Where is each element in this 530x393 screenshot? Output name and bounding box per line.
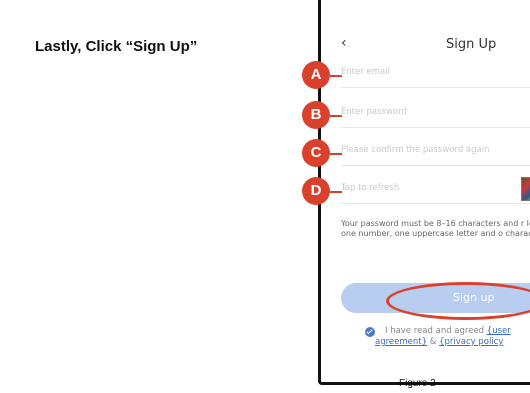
checkmark-circle-icon[interactable] bbox=[365, 327, 375, 337]
privacy-policy-link[interactable]: {privacy policy bbox=[439, 337, 503, 347]
badge-d: D bbox=[302, 177, 330, 205]
user-agreement-link-cont[interactable]: agreement} bbox=[375, 337, 427, 347]
instruction-text: Lastly, Click “Sign Up” bbox=[35, 38, 198, 55]
chevron-left-icon[interactable]: ‹ bbox=[341, 35, 347, 51]
badge-a: A bbox=[302, 61, 330, 89]
captcha-field-row bbox=[341, 173, 530, 204]
phone-frame: ‹ Sign Up Your password must be 8–16 cha… bbox=[318, 0, 530, 385]
email-field-row bbox=[341, 57, 530, 88]
app-header: ‹ Sign Up bbox=[321, 35, 530, 55]
captcha-image[interactable] bbox=[521, 177, 530, 201]
user-agreement-link[interactable]: {user bbox=[487, 326, 511, 336]
password-field[interactable] bbox=[341, 107, 511, 117]
badge-b: B bbox=[302, 101, 330, 129]
agreement-prefix: I have read and agreed bbox=[385, 326, 485, 336]
email-field[interactable] bbox=[341, 67, 511, 77]
badge-b-line bbox=[330, 115, 342, 117]
badge-c-line bbox=[330, 153, 342, 155]
page-title: Sign Up bbox=[446, 37, 497, 52]
password-field-row bbox=[341, 97, 530, 128]
password-hint: Your password must be 8–16 characters an… bbox=[341, 219, 530, 238]
figure-caption: Figure 2 bbox=[399, 378, 436, 389]
agreement-sep: & bbox=[427, 337, 440, 347]
agreement-text-line2: agreement} & {privacy policy bbox=[375, 337, 503, 348]
confirm-password-field-row bbox=[341, 135, 530, 166]
badge-a-line bbox=[330, 75, 342, 77]
captcha-field[interactable] bbox=[341, 183, 511, 193]
agreement-text: I have read and agreed {user bbox=[385, 326, 511, 337]
badge-c: C bbox=[302, 139, 330, 167]
confirm-password-field[interactable] bbox=[341, 145, 511, 155]
badge-d-line bbox=[330, 191, 342, 193]
